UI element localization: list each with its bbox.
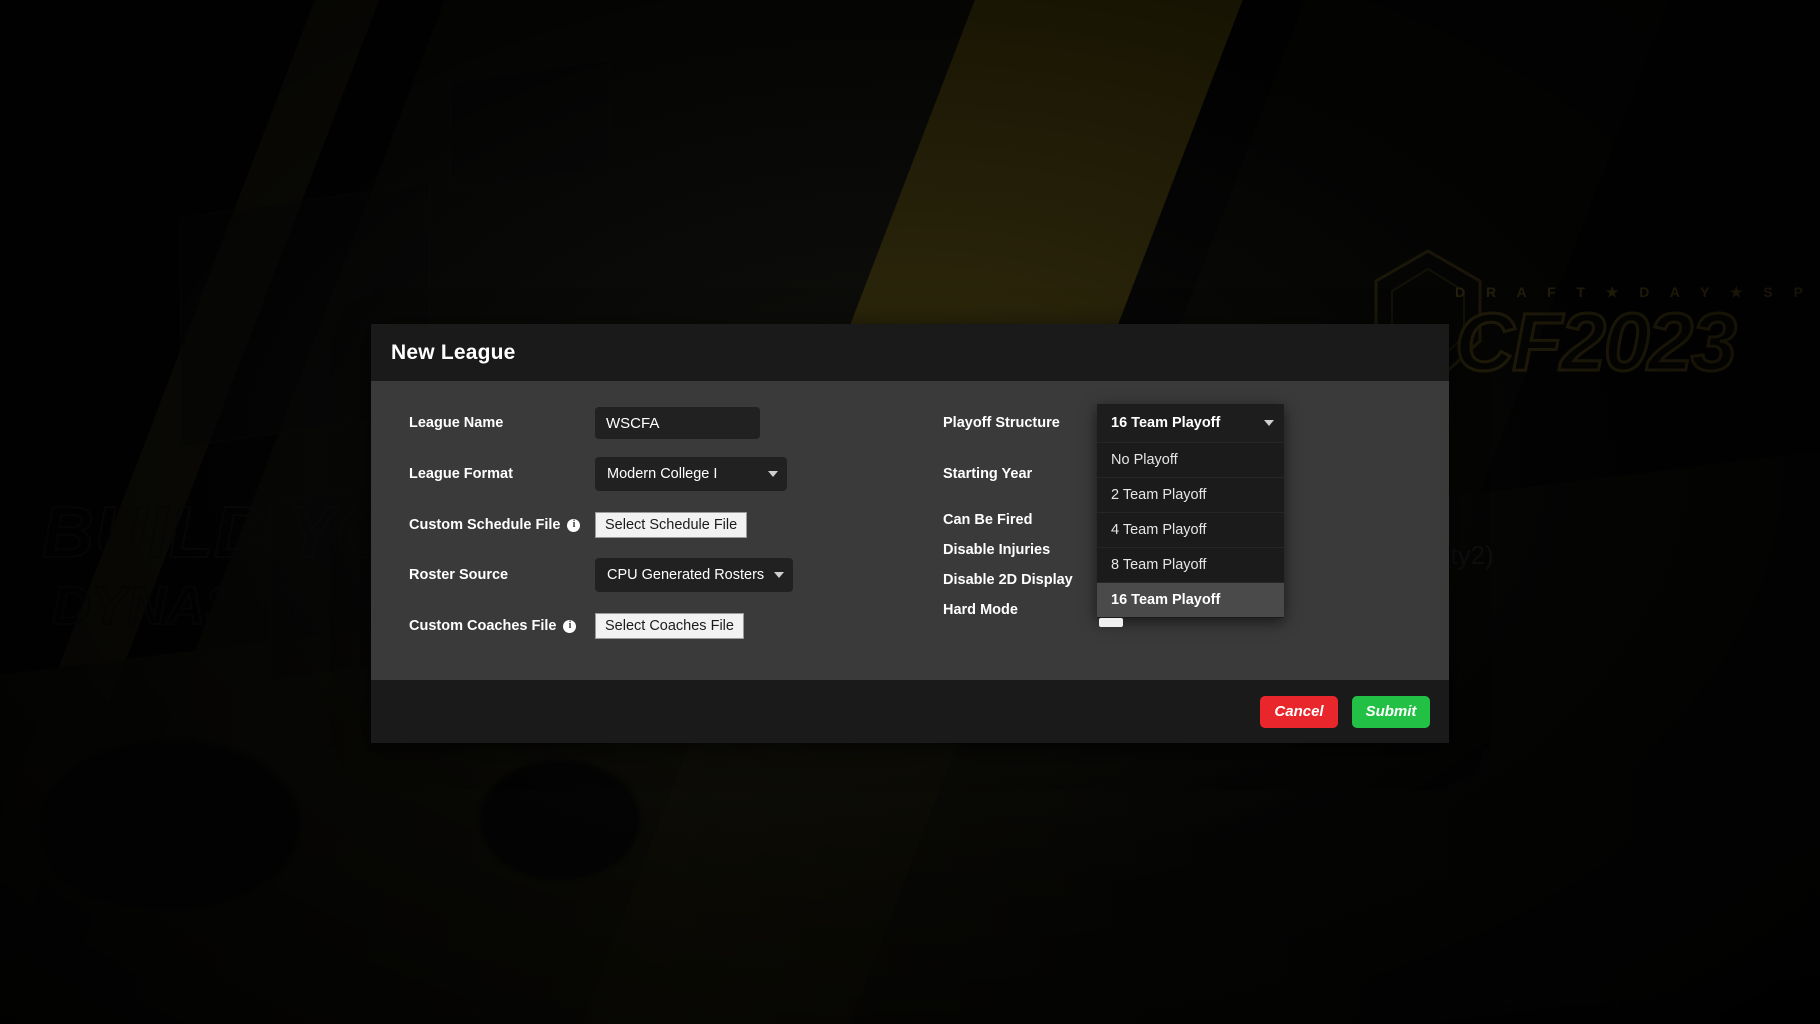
label-league-format: League Format	[409, 466, 513, 482]
label-custom-coaches-file-text: Custom Coaches File	[409, 618, 557, 634]
app-root: BUILD YOUR DYNASTY D R A F T ★ D A Y ★ S…	[0, 0, 1820, 1024]
chevron-down-icon	[774, 572, 784, 578]
dialog-footer: Cancel Submit	[371, 680, 1449, 743]
dropdown-option-4-team[interactable]: 4 Team Playoff	[1097, 512, 1284, 547]
field-league-name: League Name	[409, 403, 929, 443]
dropdown-option-16-team[interactable]: 16 Team Playoff	[1097, 582, 1284, 617]
league-format-select[interactable]: Modern College I	[595, 457, 787, 491]
roster-source-select[interactable]: CPU Generated Rosters	[595, 558, 793, 592]
cancel-button[interactable]: Cancel	[1260, 695, 1338, 728]
dropdown-option-8-team[interactable]: 8 Team Playoff	[1097, 547, 1284, 582]
dropdown-scrollbar[interactable]	[1099, 618, 1123, 627]
dropdown-option-2-team[interactable]: 2 Team Playoff	[1097, 477, 1284, 512]
field-league-format: League Format Modern College I	[409, 454, 929, 494]
info-icon[interactable]: i	[563, 619, 577, 633]
league-format-value: Modern College I	[607, 466, 718, 482]
chevron-down-icon	[1264, 420, 1274, 426]
field-roster-source: Roster Source CPU Generated Rosters	[409, 555, 929, 595]
left-form-column: League Name League Format Modern College…	[391, 403, 929, 656]
submit-button[interactable]: Submit	[1352, 695, 1430, 728]
label-custom-schedule-file-text: Custom Schedule File	[409, 517, 561, 533]
roster-source-value: CPU Generated Rosters	[607, 567, 765, 583]
dialog-title: New League	[391, 340, 516, 364]
dropdown-option-no-playoff[interactable]: No Playoff	[1097, 442, 1284, 477]
field-custom-schedule-file: Custom Schedule File i Select Schedule F…	[409, 505, 929, 545]
chevron-down-icon	[768, 471, 778, 477]
label-league-name: League Name	[409, 415, 504, 431]
playoff-structure-dropdown-current[interactable]: 16 Team Playoff	[1097, 404, 1284, 442]
label-roster-source: Roster Source	[409, 567, 509, 583]
playoff-structure-option-list: No Playoff 2 Team Playoff 4 Team Playoff…	[1097, 442, 1284, 618]
info-icon[interactable]: i	[567, 518, 581, 532]
select-coaches-file-button[interactable]: Select Coaches File	[595, 612, 744, 640]
dialog-body: League Name League Format Modern College…	[371, 381, 1449, 680]
dialog-header: New League	[371, 324, 1449, 381]
new-league-dialog: New League League Name League Format Mod…	[371, 324, 1449, 743]
playoff-structure-selected-value: 16 Team Playoff	[1111, 415, 1221, 431]
label-custom-coaches-file: Custom Coaches File i	[409, 618, 595, 634]
label-custom-schedule-file: Custom Schedule File i	[409, 517, 595, 533]
playoff-structure-dropdown[interactable]: 16 Team Playoff No Playoff 2 Team Playof…	[1097, 404, 1284, 627]
field-custom-coaches-file: Custom Coaches File i Select Coaches Fil…	[409, 606, 929, 646]
select-schedule-file-button[interactable]: Select Schedule File	[595, 511, 748, 539]
league-name-input[interactable]	[595, 407, 760, 439]
